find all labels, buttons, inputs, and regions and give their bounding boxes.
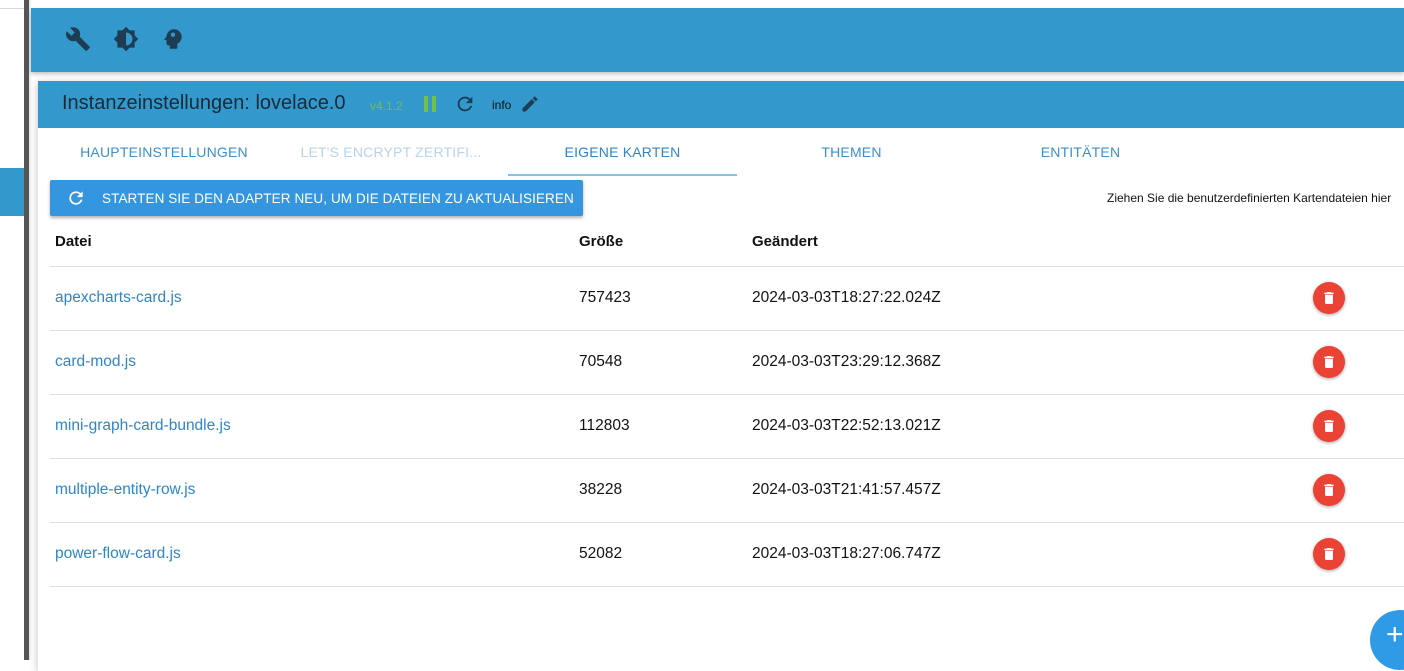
top-app-bar [31, 8, 1404, 72]
table-header: Datei Größe Geändert [50, 218, 1404, 267]
column-header-size: Größe [579, 233, 624, 250]
file-link[interactable]: card-mod.js [55, 353, 136, 371]
instance-settings-dialog: Instanzeinstellungen: lovelace.0 v4.1.2 … [38, 81, 1404, 671]
delete-button[interactable] [1313, 410, 1345, 442]
trash-icon [1324, 292, 1334, 304]
pause-icon[interactable] [424, 96, 438, 112]
sidebar [0, 0, 24, 660]
table-row: multiple-entity-row.js 38228 2024-03-03T… [50, 459, 1404, 523]
sidebar-active-item[interactable] [0, 168, 24, 216]
delete-button[interactable] [1313, 538, 1345, 570]
file-changed: 2024-03-03T23:29:12.368Z [752, 353, 941, 370]
tab-eigene-karten[interactable]: EIGENE KARTEN [508, 128, 737, 176]
restart-adapter-button[interactable]: STARTEN SIE DEN ADAPTER NEU, UM DIE DATE… [50, 180, 583, 216]
trash-icon [1324, 484, 1334, 496]
file-size: 52082 [579, 545, 623, 562]
tab-haupteinstellungen[interactable]: HAUPTEINSTELLUNGEN [38, 128, 290, 176]
trash-icon [1324, 420, 1334, 432]
file-changed: 2024-03-03T21:41:57.457Z [752, 481, 941, 498]
table-row: card-mod.js 70548 2024-03-03T23:29:12.36… [50, 331, 1404, 395]
file-link[interactable]: power-flow-card.js [55, 545, 181, 563]
delete-button[interactable] [1313, 282, 1345, 314]
plus-icon: + [1386, 618, 1404, 651]
file-size: 70548 [579, 353, 623, 370]
delete-button[interactable] [1313, 474, 1345, 506]
tab-themen[interactable]: THEMEN [737, 128, 966, 176]
file-changed: 2024-03-03T22:52:13.021Z [752, 417, 941, 434]
trash-icon [1324, 548, 1334, 560]
file-link[interactable]: apexcharts-card.js [55, 289, 182, 307]
pencil-icon[interactable] [520, 94, 540, 114]
log-level-info[interactable]: info [492, 98, 511, 112]
table-row: apexcharts-card.js 757423 2024-03-03T18:… [50, 267, 1404, 331]
refresh-icon[interactable] [454, 93, 476, 115]
sidebar-divider [0, 8, 24, 9]
table-row: mini-graph-card-bundle.js 112803 2024-03… [50, 395, 1404, 459]
column-header-changed: Geändert [752, 233, 818, 250]
tab-entitaeten[interactable]: ENTITÄTEN [966, 128, 1195, 176]
dialog-title: Instanzeinstellungen: lovelace.0 [62, 92, 346, 114]
table-row: power-flow-card.js 52082 2024-03-03T18:2… [50, 523, 1404, 587]
brightness-icon[interactable] [113, 26, 139, 52]
refresh-icon [66, 188, 86, 208]
file-changed: 2024-03-03T18:27:22.024Z [752, 289, 941, 306]
sidebar-shadow [29, 0, 32, 660]
active-tab-indicator [508, 174, 737, 176]
file-size: 38228 [579, 481, 623, 498]
file-link[interactable]: multiple-entity-row.js [55, 481, 195, 499]
tab-lets-encrypt[interactable]: LET'S ENCRYPT ZERTIFI... [267, 128, 515, 176]
file-size: 757423 [579, 289, 631, 306]
trash-icon [1324, 356, 1334, 368]
drop-zone-hint: Ziehen Sie die benutzerdefinierten Karte… [1107, 191, 1392, 205]
custom-cards-table: Datei Größe Geändert apexcharts-card.js … [50, 218, 1404, 587]
file-link[interactable]: mini-graph-card-bundle.js [55, 417, 231, 435]
column-header-file: Datei [55, 233, 92, 250]
delete-button[interactable] [1313, 346, 1345, 378]
head-icon[interactable] [160, 26, 186, 52]
file-size: 112803 [579, 417, 630, 434]
restart-adapter-label: STARTEN SIE DEN ADAPTER NEU, UM DIE DATE… [102, 191, 574, 206]
wrench-icon[interactable] [65, 26, 91, 52]
version-label: v4.1.2 [370, 99, 403, 113]
dialog-header: Instanzeinstellungen: lovelace.0 v4.1.2 … [38, 81, 1404, 128]
file-changed: 2024-03-03T18:27:06.747Z [752, 545, 941, 562]
